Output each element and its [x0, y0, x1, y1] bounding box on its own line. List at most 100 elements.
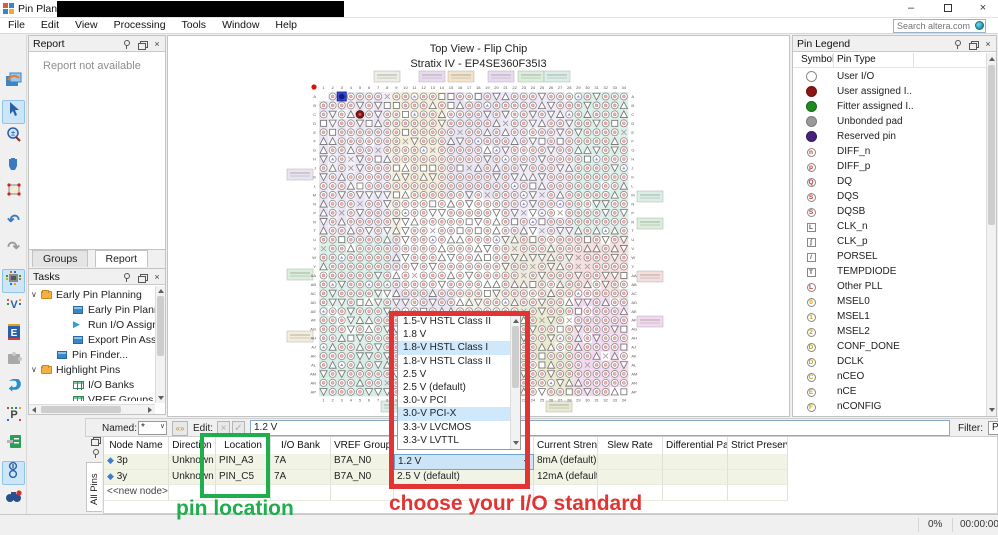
- tab-report[interactable]: Report: [94, 250, 149, 267]
- close-panel-icon[interactable]: ×: [151, 38, 163, 50]
- globe-search-icon[interactable]: [975, 21, 984, 30]
- cell-vref_group[interactable]: B7A_N0: [331, 469, 394, 485]
- cell-current_strength[interactable]: 8mA (default): [534, 454, 598, 470]
- pin-panel-icon[interactable]: [119, 38, 131, 50]
- menu-tools[interactable]: Tools: [174, 18, 215, 32]
- pin-panel-icon[interactable]: [119, 271, 131, 283]
- legend-symbol-tempdiode: T: [801, 266, 821, 278]
- zoom-icon[interactable]: ±: [2, 127, 25, 151]
- pad-view-icon[interactable]: E: [2, 323, 25, 348]
- cell-slew_rate[interactable]: [598, 469, 663, 485]
- menu-window[interactable]: Window: [214, 18, 267, 32]
- tab-groups[interactable]: Groups: [32, 250, 89, 267]
- legend-row: Reserved pin: [793, 130, 996, 145]
- tab-all-pins[interactable]: All Pins: [89, 473, 100, 505]
- tasks-tree-item[interactable]: ∨ Early Pin Planning: [29, 288, 165, 303]
- legend-label: DQSB: [837, 206, 866, 217]
- legend-row: 0 MSEL0: [793, 295, 996, 310]
- svg-text:31: 31: [594, 85, 599, 90]
- close-panel-icon[interactable]: ×: [151, 271, 163, 283]
- new-node-cell[interactable]: <<new node>>: [104, 485, 169, 501]
- fit-view-icon[interactable]: [2, 182, 25, 206]
- cell-vref_group[interactable]: [331, 485, 394, 501]
- edit-connections-icon[interactable]: [2, 434, 25, 458]
- close-button[interactable]: ×: [968, 0, 998, 18]
- cell-io_bank[interactable]: 7A: [271, 469, 331, 485]
- cell-diff_pair[interactable]: [663, 485, 728, 501]
- tasks-tree-item[interactable]: Early Pin Planning: [29, 303, 165, 318]
- tasks-tree-item[interactable]: Export Pin Assign: [29, 333, 165, 348]
- cell-strict_pres[interactable]: [728, 485, 788, 501]
- pan-hand-icon[interactable]: [2, 155, 25, 179]
- tasks-tree-item[interactable]: I/O Banks: [29, 378, 165, 393]
- tasks-vertical-scrollbar[interactable]: [155, 286, 165, 403]
- cascade-windows-icon[interactable]: [2, 72, 25, 96]
- tasks-tree-item[interactable]: VREF Groups: [29, 393, 165, 401]
- menu-bar: File Edit View Processing Tools Window Help: [0, 18, 998, 34]
- cell-name[interactable]: ◆ 3p: [104, 454, 169, 470]
- tasks-horizontal-scrollbar[interactable]: [29, 404, 155, 414]
- column-header-slew-rate[interactable]: Slew Rate: [598, 437, 663, 454]
- tasks-tree-item[interactable]: ∨ Highlight Pins: [29, 363, 165, 378]
- package-view-icon[interactable]: [2, 268, 25, 293]
- cell-diff_pair[interactable]: [663, 469, 728, 485]
- svg-text:AH: AH: [310, 336, 316, 341]
- float-panel-icon[interactable]: [135, 38, 148, 50]
- svg-text:34: 34: [622, 85, 627, 90]
- cell-strict_pres[interactable]: [728, 469, 788, 485]
- task-icon: [57, 351, 67, 359]
- pin-finder-icon[interactable]: [2, 489, 25, 513]
- menu-help[interactable]: Help: [267, 18, 305, 32]
- svg-text:P: P: [631, 210, 634, 215]
- column-header-node-name[interactable]: Node Name: [104, 437, 169, 454]
- pin-panel-icon[interactable]: [88, 447, 100, 459]
- menu-edit[interactable]: Edit: [33, 18, 67, 32]
- pin-panel-icon[interactable]: [950, 38, 962, 50]
- pin-migration-icon[interactable]: V: [2, 296, 25, 320]
- cell-slew_rate[interactable]: [598, 454, 663, 470]
- float-panel-icon[interactable]: [966, 38, 979, 50]
- svg-text:C: C: [631, 112, 634, 117]
- menu-file[interactable]: File: [0, 18, 33, 32]
- cell-diff_pair[interactable]: [663, 454, 728, 470]
- properties-icon[interactable]: [2, 351, 25, 375]
- column-header-i-o-bank[interactable]: I/O Bank: [271, 437, 331, 454]
- cell-name[interactable]: ◆ 3y: [104, 469, 169, 485]
- redo-icon[interactable]: ↷: [2, 237, 25, 261]
- named-combobox[interactable]: * ∨: [138, 421, 167, 435]
- cell-strict_pres[interactable]: [728, 454, 788, 470]
- tasks-tree-item[interactable]: Pin Finder...: [29, 348, 165, 363]
- svg-text:A: A: [313, 94, 316, 99]
- legend-row: User assigned I..: [793, 85, 996, 100]
- menu-processing[interactable]: Processing: [106, 18, 174, 32]
- tasks-tree-item[interactable]: ▶ Run I/O Assignme: [29, 318, 165, 333]
- minimize-button[interactable]: –: [896, 0, 926, 18]
- float-panel-icon[interactable]: [135, 271, 148, 283]
- cell-vref_group[interactable]: B7A_N0: [331, 454, 394, 470]
- select-arrow-icon[interactable]: [2, 99, 25, 124]
- pattern-icon[interactable]: P: [2, 406, 25, 430]
- cell-io_bank[interactable]: 7A: [271, 454, 331, 470]
- pin-legend-title: Pin Legend: [797, 38, 851, 50]
- wildcard-helper-button[interactable]: «»: [172, 421, 188, 436]
- svg-text:2: 2: [332, 85, 335, 90]
- close-panel-icon[interactable]: ×: [982, 38, 994, 50]
- legend-scrollbar[interactable]: [986, 53, 996, 416]
- tree-expander-icon[interactable]: ∨: [31, 365, 37, 374]
- named-label: Named:: [102, 423, 138, 434]
- column-header-strict-preservation[interactable]: Strict Preservation: [728, 437, 788, 454]
- search-input[interactable]: [893, 19, 986, 33]
- back-annotate-icon[interactable]: [2, 377, 25, 403]
- column-header-vref-group[interactable]: VREF Group: [331, 437, 394, 454]
- column-header-differential-pair[interactable]: Differential Pair: [663, 437, 728, 454]
- menu-view[interactable]: View: [67, 18, 106, 32]
- svg-text:L: L: [631, 183, 634, 188]
- column-header-current-strength[interactable]: Current Strength: [534, 437, 598, 454]
- maximize-button[interactable]: [933, 0, 963, 18]
- tree-expander-icon[interactable]: ∨: [31, 290, 37, 299]
- filter-combobox[interactable]: Pins: all: [988, 421, 998, 435]
- cell-current_strength[interactable]: 12mA (default): [534, 469, 598, 485]
- io-assignment-icon[interactable]: [2, 461, 25, 485]
- undo-icon[interactable]: ↶: [2, 210, 25, 234]
- edit-value-field[interactable]: 1.2 V: [250, 420, 950, 436]
